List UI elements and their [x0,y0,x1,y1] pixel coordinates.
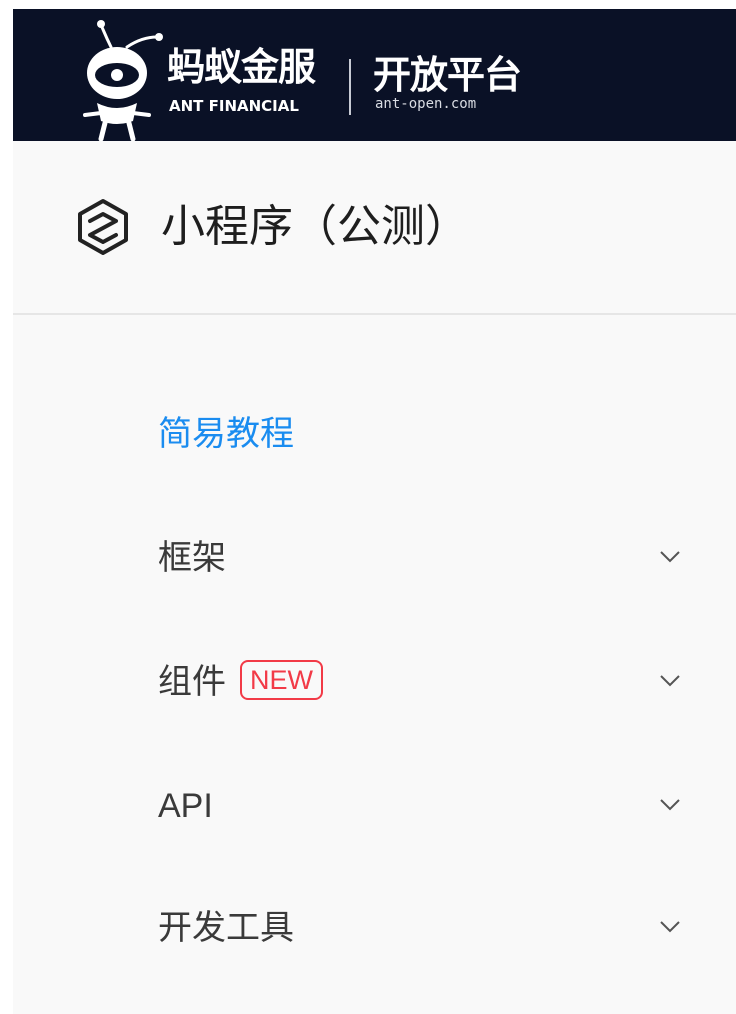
nav-item-devtools[interactable]: 开发工具 [13,892,736,964]
nav-item-framework[interactable]: 框架 [13,522,736,594]
chevron-down-icon[interactable] [659,674,681,688]
nav-item-api[interactable]: API [13,770,736,842]
brand-name-cn: 蚂蚁金服 [167,45,316,89]
nav-item-label: 框架 [158,538,226,578]
product-title: 小程序（公测） [161,201,469,252]
nav-item-label: 开发工具 [158,908,294,948]
nav-item-components[interactable]: 组件 NEW [13,646,736,718]
platform-url: ant-open.com [375,96,477,112]
chevron-down-icon[interactable] [659,550,681,564]
divider [13,313,736,315]
header-divider [349,59,351,115]
nav-item-label: 简易教程 [158,414,294,454]
chevron-down-icon[interactable] [659,920,681,934]
product-header: 小程序（公测） [13,141,736,315]
ant-mascot-logo-icon[interactable] [71,17,169,141]
nav-item-tutorial[interactable]: 简易教程 [13,398,736,470]
nav-item-label: API [158,787,213,825]
brand-name-en: ANT FINANCIAL [169,97,299,115]
app-frame: 蚂蚁金服 ANT FINANCIAL 开放平台 ant-open.com 小程序… [13,9,736,1014]
hexagon-logo-icon [78,199,128,255]
chevron-down-icon[interactable] [659,798,681,812]
nav-item-label: 组件 [158,662,226,702]
platform-name[interactable]: 开放平台 [373,53,522,97]
top-bar: 蚂蚁金服 ANT FINANCIAL 开放平台 ant-open.com [13,9,736,141]
new-badge: NEW [240,660,323,700]
